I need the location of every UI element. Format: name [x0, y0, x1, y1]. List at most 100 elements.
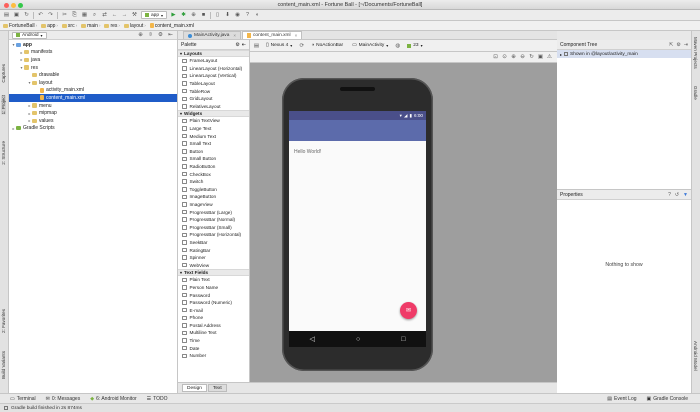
palette-item[interactable]: ToggleButton: [178, 186, 249, 194]
palette-item[interactable]: RelativeLayout: [178, 103, 249, 111]
tab-build-variants[interactable]: Build Variants: [1, 351, 6, 379]
palette-item[interactable]: Postal Address: [178, 322, 249, 330]
tab-project[interactable]: 1: Project: [1, 95, 6, 115]
sync-scroll-icon[interactable]: ⊕: [137, 32, 144, 39]
zoom-out-icon[interactable]: ⊖: [519, 54, 526, 61]
app-bar[interactable]: [289, 120, 426, 141]
tree-item[interactable]: ▾ res: [9, 64, 177, 72]
tab-gradle[interactable]: Gradle: [693, 86, 698, 100]
todo-button[interactable]: ☰ TODO: [147, 396, 168, 402]
tree-item[interactable]: activity_main.xml: [9, 87, 177, 95]
run-config-dropdown[interactable]: app ▾: [141, 11, 168, 19]
stop-icon[interactable]: ■: [200, 12, 207, 19]
back-icon[interactable]: ←: [111, 12, 118, 19]
open-folder-icon[interactable]: ▤: [3, 12, 10, 19]
gear-icon[interactable]: ⚙: [676, 42, 680, 48]
tree-item[interactable]: ▾ app: [9, 41, 177, 49]
rotate-icon[interactable]: ⟳: [298, 42, 305, 49]
restore-default-icon[interactable]: ↺: [675, 192, 679, 198]
paste-icon[interactable]: ▦: [81, 12, 88, 19]
attach-debugger-icon[interactable]: ⊕: [190, 12, 197, 19]
palette-item[interactable]: TableLayout: [178, 80, 249, 88]
palette-item[interactable]: Date: [178, 344, 249, 352]
device-dropdown[interactable]: ▯ Nexus 4 ▾: [263, 42, 295, 49]
screenshot-icon[interactable]: ▣: [537, 54, 544, 61]
zoom-in-icon[interactable]: ⊕: [510, 54, 517, 61]
api-level-dropdown[interactable]: 23 ▾: [404, 42, 425, 49]
palette-item[interactable]: Spinner: [178, 254, 249, 262]
palette-item[interactable]: Plain TextView: [178, 117, 249, 125]
copy-icon[interactable]: ⎘: [71, 12, 78, 19]
palette-item[interactable]: Person Name: [178, 284, 249, 292]
breadcrumb-item[interactable]: app ›: [40, 23, 59, 29]
palette-item[interactable]: ProgressBar (Small): [178, 223, 249, 231]
palette-item[interactable]: Large Text: [178, 125, 249, 133]
palette-category[interactable]: ▾ Layouts: [178, 50, 249, 57]
zoom-actual-icon[interactable]: ⊙: [501, 54, 508, 61]
palette-item[interactable]: Time: [178, 337, 249, 345]
palette-item[interactable]: RatingBar: [178, 246, 249, 254]
palette-item[interactable]: Number: [178, 352, 249, 360]
tree-item[interactable]: ▸ mipmap: [9, 109, 177, 117]
breadcrumb-item[interactable]: res ›: [103, 23, 120, 29]
palette-item[interactable]: E-mail: [178, 306, 249, 314]
gear-icon[interactable]: ⚙: [235, 42, 239, 48]
close-icon[interactable]: ×: [233, 33, 236, 38]
tab-mainactivity-java[interactable]: MainActivity.java ×: [183, 31, 242, 39]
android-monitor-button[interactable]: ◆ 6: Android Monitor: [90, 396, 136, 402]
palette-item[interactable]: Medium Text: [178, 132, 249, 140]
tree-item[interactable]: ▸ Gradle Scripts: [9, 125, 177, 133]
tab-captures[interactable]: Captures: [1, 64, 6, 83]
tree-item[interactable]: ▸ values: [9, 117, 177, 125]
palette-item[interactable]: Multiline Text: [178, 329, 249, 337]
forward-icon[interactable]: →: [121, 12, 128, 19]
tab-structure[interactable]: 2: Structure: [1, 141, 6, 165]
cut-icon[interactable]: ✂: [61, 12, 68, 19]
palette-item[interactable]: Button: [178, 148, 249, 156]
tab-maven-projects[interactable]: Maven Projects: [693, 37, 698, 69]
tree-item[interactable]: content_main.xml: [9, 94, 177, 102]
palette-item[interactable]: ProgressBar (Large): [178, 208, 249, 216]
avd-manager-icon[interactable]: ▯: [214, 12, 221, 19]
locale-icon[interactable]: ◍: [394, 42, 401, 49]
replace-icon[interactable]: ⇄: [101, 12, 108, 19]
tool-windows-icon[interactable]: [4, 406, 8, 410]
tree-item[interactable]: ▸ menu: [9, 102, 177, 110]
refresh-icon[interactable]: ↻: [528, 54, 535, 61]
palette-item[interactable]: Small Button: [178, 155, 249, 163]
help-icon[interactable]: ?: [668, 192, 671, 198]
sync-icon[interactable]: ↻: [23, 12, 30, 19]
filter-icon[interactable]: ▼: [683, 192, 688, 198]
build-icon[interactable]: ⚒: [131, 12, 138, 19]
tree-item[interactable]: ▾ layout: [9, 79, 177, 87]
expand-all-icon[interactable]: ⇱: [669, 42, 673, 48]
palette-item[interactable]: ImageView: [178, 201, 249, 209]
palette-item[interactable]: FrameLayout: [178, 57, 249, 65]
palette-item[interactable]: Plain Text: [178, 276, 249, 284]
sdk-manager-icon[interactable]: ⬇: [224, 12, 231, 19]
palette-item[interactable]: ProgressBar (Normal): [178, 216, 249, 224]
gradle-console-button[interactable]: ▣ Gradle Console: [647, 396, 688, 402]
palette-item[interactable]: Phone: [178, 314, 249, 322]
undo-icon[interactable]: ↶: [37, 12, 44, 19]
tab-content-main-xml[interactable]: content_main.xml ×: [242, 31, 303, 39]
breadcrumb-item[interactable]: src ›: [61, 23, 78, 29]
breadcrumb-item[interactable]: FortuneBall ›: [2, 23, 38, 29]
palette-item[interactable]: ImageButton: [178, 193, 249, 201]
palette-item[interactable]: Password (Numeric): [178, 299, 249, 307]
project-view-dropdown[interactable]: Android ▾: [12, 31, 47, 39]
android-studio-icon[interactable]: ◐: [254, 12, 261, 19]
messages-button[interactable]: ✉ 0: Messages: [46, 396, 81, 402]
warning-icon[interactable]: ⚠: [546, 54, 553, 61]
tab-design[interactable]: Design: [182, 384, 207, 392]
palette-item[interactable]: TableRow: [178, 87, 249, 95]
hide-panel-icon[interactable]: ⇤: [167, 32, 174, 39]
activity-dropdown[interactable]: ▭ MainActivity ▾: [349, 42, 391, 49]
run-icon[interactable]: ▶: [170, 12, 177, 19]
palette-item[interactable]: RadioButton: [178, 163, 249, 171]
terminal-button[interactable]: ▭ Terminal: [10, 396, 36, 402]
palette-item[interactable]: LinearLayout (Vertical): [178, 72, 249, 80]
palette-item[interactable]: Password: [178, 291, 249, 299]
device-monitor-icon[interactable]: ◉: [234, 12, 241, 19]
palette-item[interactable]: Switch: [178, 178, 249, 186]
